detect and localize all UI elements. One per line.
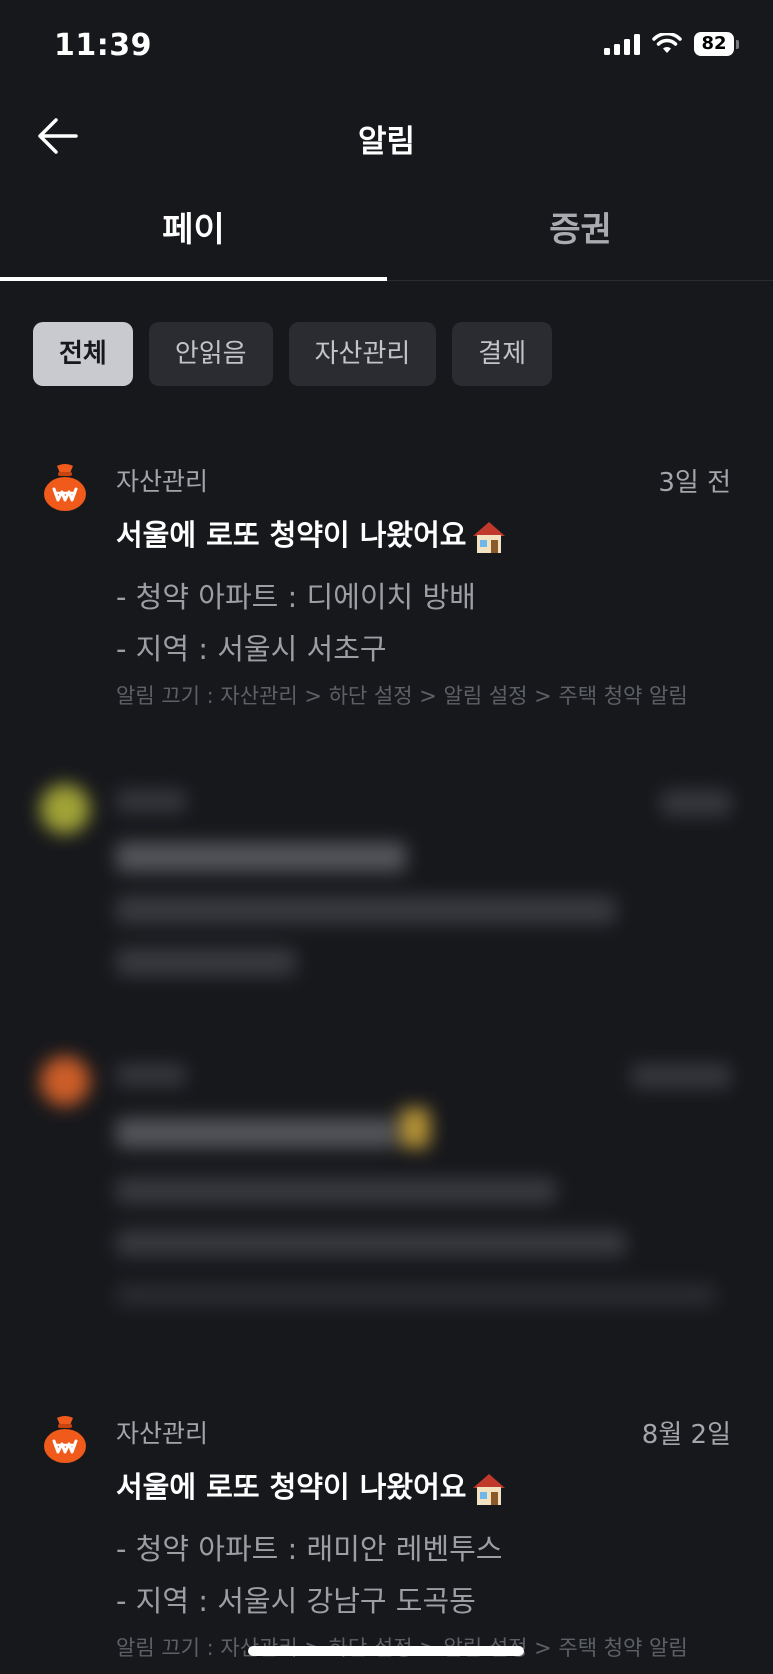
blurred-icon (40, 1056, 90, 1106)
page-title: 알림 (357, 124, 416, 160)
notification-date: 8월 2일 (641, 1420, 731, 1450)
cellular-signal-icon (604, 33, 640, 55)
notification-item[interactable]: 자산관리 3일 전 서울에 로또 청약이 나왔어요 - 청약 아파트 : 디에이… (0, 462, 773, 722)
battery-icon: 82 (694, 32, 739, 56)
filter-chip-payment[interactable]: 결제 (452, 322, 553, 386)
filter-chip-unread[interactable]: 안읽음 (148, 322, 273, 386)
money-bag-icon (44, 464, 86, 511)
notification-category: 자산관리 (116, 467, 209, 496)
notification-date: 3일 전 (658, 468, 731, 498)
blurred-notification-item (0, 780, 773, 980)
money-bag-icon (44, 1416, 86, 1463)
tab-pay[interactable]: 페이 (0, 192, 387, 281)
status-bar: 11:39 82 (0, 0, 773, 96)
notification-title: 서울에 로또 청약이 나왔어요 (116, 512, 508, 555)
status-icons: 82 (604, 32, 739, 56)
tab-bar: 페이 증권 (0, 192, 773, 281)
notification-title: 서울에 로또 청약이 나왔어요 (116, 1464, 508, 1507)
filter-chip-asset-management[interactable]: 자산관리 (288, 322, 437, 386)
notification-category: 자산관리 (116, 1419, 209, 1448)
battery-level: 82 (694, 32, 734, 56)
blurred-notification-item (0, 1052, 773, 1352)
notification-detail-apartment: - 청약 아파트 : 디에이치 방배 (116, 580, 476, 614)
house-icon (473, 1474, 506, 1505)
notification-detail-region: - 지역 : 서울시 강남구 도곡동 (116, 1584, 476, 1618)
filter-chips: 전체 안읽음 자산관리 결제 (33, 322, 553, 386)
notification-item[interactable]: 자산관리 8월 2일 서울에 로또 청약이 나왔어요 - 청약 아파트 : 래미… (0, 1414, 773, 1674)
notification-detail-region: - 지역 : 서울시 서초구 (116, 632, 387, 666)
home-indicator[interactable] (248, 1646, 524, 1656)
filter-chip-all[interactable]: 전체 (33, 322, 133, 386)
tab-securities[interactable]: 증권 (387, 192, 773, 280)
wifi-icon (652, 33, 682, 53)
notification-footer: 알림 끄기 : 자산관리 > 하단 설정 > 알림 설정 > 주택 청약 알림 (116, 684, 688, 708)
nav-bar: 알림 (0, 96, 773, 176)
house-icon (473, 522, 506, 553)
notification-detail-apartment: - 청약 아파트 : 래미안 레벤투스 (116, 1532, 503, 1566)
blurred-icon (40, 784, 90, 834)
status-time: 11:39 (54, 28, 152, 63)
